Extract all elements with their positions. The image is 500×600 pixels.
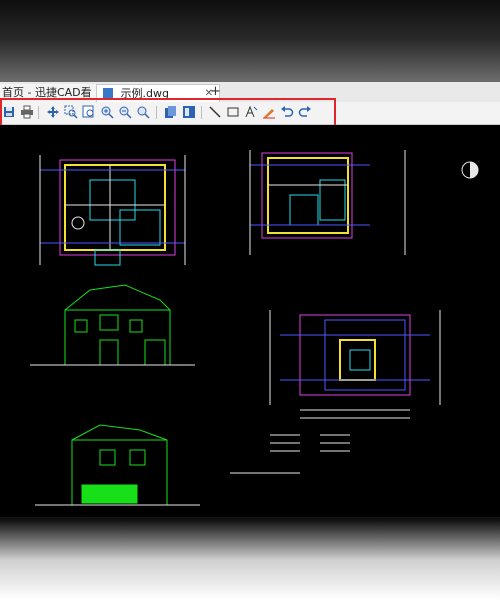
floor-plan-3 (269, 310, 441, 419)
drawing-notes (230, 434, 350, 474)
cad-drawing (30, 150, 479, 506)
front-elevation (30, 284, 195, 366)
toolbar-highlight-box (0, 98, 336, 128)
floor-plan-2 (249, 150, 406, 255)
side-elevation (35, 424, 200, 506)
drawing-canvas[interactable] (0, 125, 500, 517)
north-arrow (461, 161, 479, 179)
screenshot: 首页 - 迅捷CAD看图 示例.dwg ✕ + (0, 0, 500, 600)
floor-plan-1 (39, 155, 186, 266)
cad-viewer-window: 首页 - 迅捷CAD看图 示例.dwg ✕ + (0, 82, 500, 517)
dwg-file-icon (103, 88, 113, 98)
